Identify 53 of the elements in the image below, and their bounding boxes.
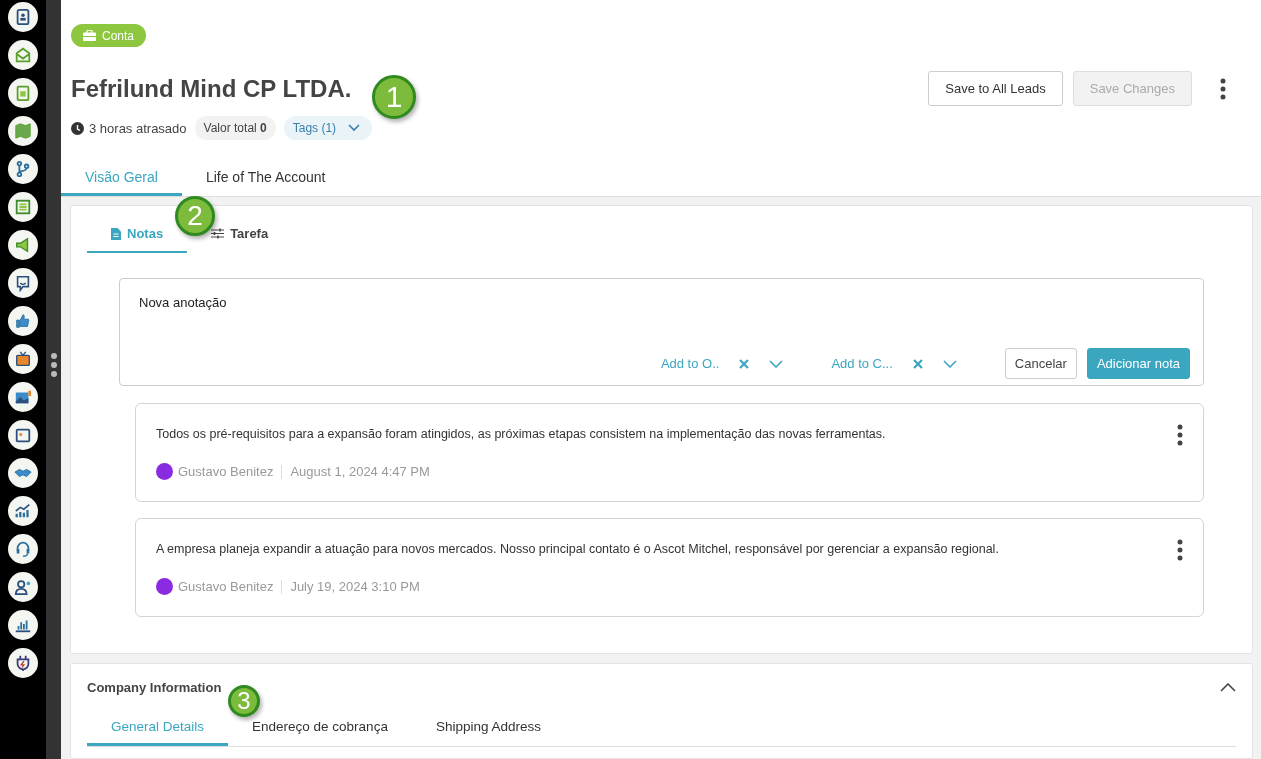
megaphone-icon[interactable]: [8, 230, 38, 260]
chart-up-icon[interactable]: [8, 496, 38, 526]
clear-icon[interactable]: [912, 358, 923, 369]
drag-handle-icon[interactable]: [49, 351, 58, 378]
chevron-down-icon[interactable]: [769, 359, 784, 368]
cancel-button[interactable]: Cancelar: [1004, 348, 1077, 379]
related-record-link[interactable]: Add to C...: [831, 356, 893, 371]
thumbs-up-icon[interactable]: [8, 306, 38, 336]
calendar-icon[interactable]: [8, 420, 38, 450]
plug-icon[interactable]: [8, 648, 38, 678]
more-options-icon[interactable]: [1177, 424, 1183, 446]
chat-smile-icon[interactable]: [8, 268, 38, 298]
headset-icon[interactable]: [8, 534, 38, 564]
tags-dropdown[interactable]: Tags (1): [283, 116, 373, 140]
avatar: [156, 578, 173, 595]
avatar: [156, 463, 173, 480]
note-author: Gustavo Benitez: [178, 464, 274, 479]
total-value-pill: Valor total 0: [194, 116, 276, 140]
map-icon[interactable]: [8, 116, 38, 146]
clear-icon[interactable]: [739, 358, 750, 369]
bar-chart-icon[interactable]: [8, 610, 38, 640]
account-title: Fefrilund Mind CP LTDA.: [71, 74, 352, 103]
chevron-up-icon[interactable]: [1220, 683, 1236, 692]
sliders-icon: [211, 228, 225, 239]
badge-label: Conta: [102, 28, 135, 43]
contacts-book-icon[interactable]: [8, 2, 38, 32]
tab[interactable]: Life of The Account: [181, 160, 350, 196]
chevron-down-icon[interactable]: [942, 359, 957, 368]
section-title: Company Information: [87, 680, 222, 695]
list-icon[interactable]: [8, 192, 38, 222]
add-note-button[interactable]: Adicionar nota: [1086, 348, 1190, 379]
last-activity-text: 3 horas atrasado: [89, 120, 187, 136]
note-editor-field[interactable]: Nova anotação Add to O.. Add to C... Cancelar Adicionar nota: [119, 278, 1204, 386]
more-options-icon[interactable]: [1220, 77, 1226, 100]
action-button[interactable]: Save to All Leads: [928, 71, 1063, 106]
branch-icon[interactable]: [8, 154, 38, 184]
document-icon: [111, 227, 121, 240]
tab[interactable]: General Details: [87, 719, 229, 746]
note-text: Todos os pré-requisitos para a expansão foram atingidos, as próximas etapas consistem na implementação das novas ferramentas.: [156, 427, 886, 441]
tab[interactable]: Shipping Address: [411, 719, 565, 746]
tv-icon[interactable]: [8, 344, 38, 374]
more-options-icon[interactable]: [1177, 539, 1183, 561]
briefcase-icon: [83, 30, 96, 41]
note-author: Gustavo Benitez: [178, 579, 274, 594]
picture-icon[interactable]: [8, 382, 38, 412]
note-text: A empresa planeja expandir a atuação para novos mercados. Nosso principal contato é o Ascot Mitchel, responsável por gerenciar a expansão regional.: [156, 542, 999, 556]
note-date: July 19, 2024 3:10 PM: [290, 579, 420, 594]
envelope-icon[interactable]: [8, 40, 38, 70]
chevron-down-icon: [348, 124, 361, 132]
tab[interactable]: Endereço de cobrança: [228, 719, 412, 746]
note-date: August 1, 2024 4:47 PM: [290, 464, 430, 479]
clock-icon: [71, 121, 84, 135]
related-record-link[interactable]: Add to O..: [660, 356, 720, 371]
